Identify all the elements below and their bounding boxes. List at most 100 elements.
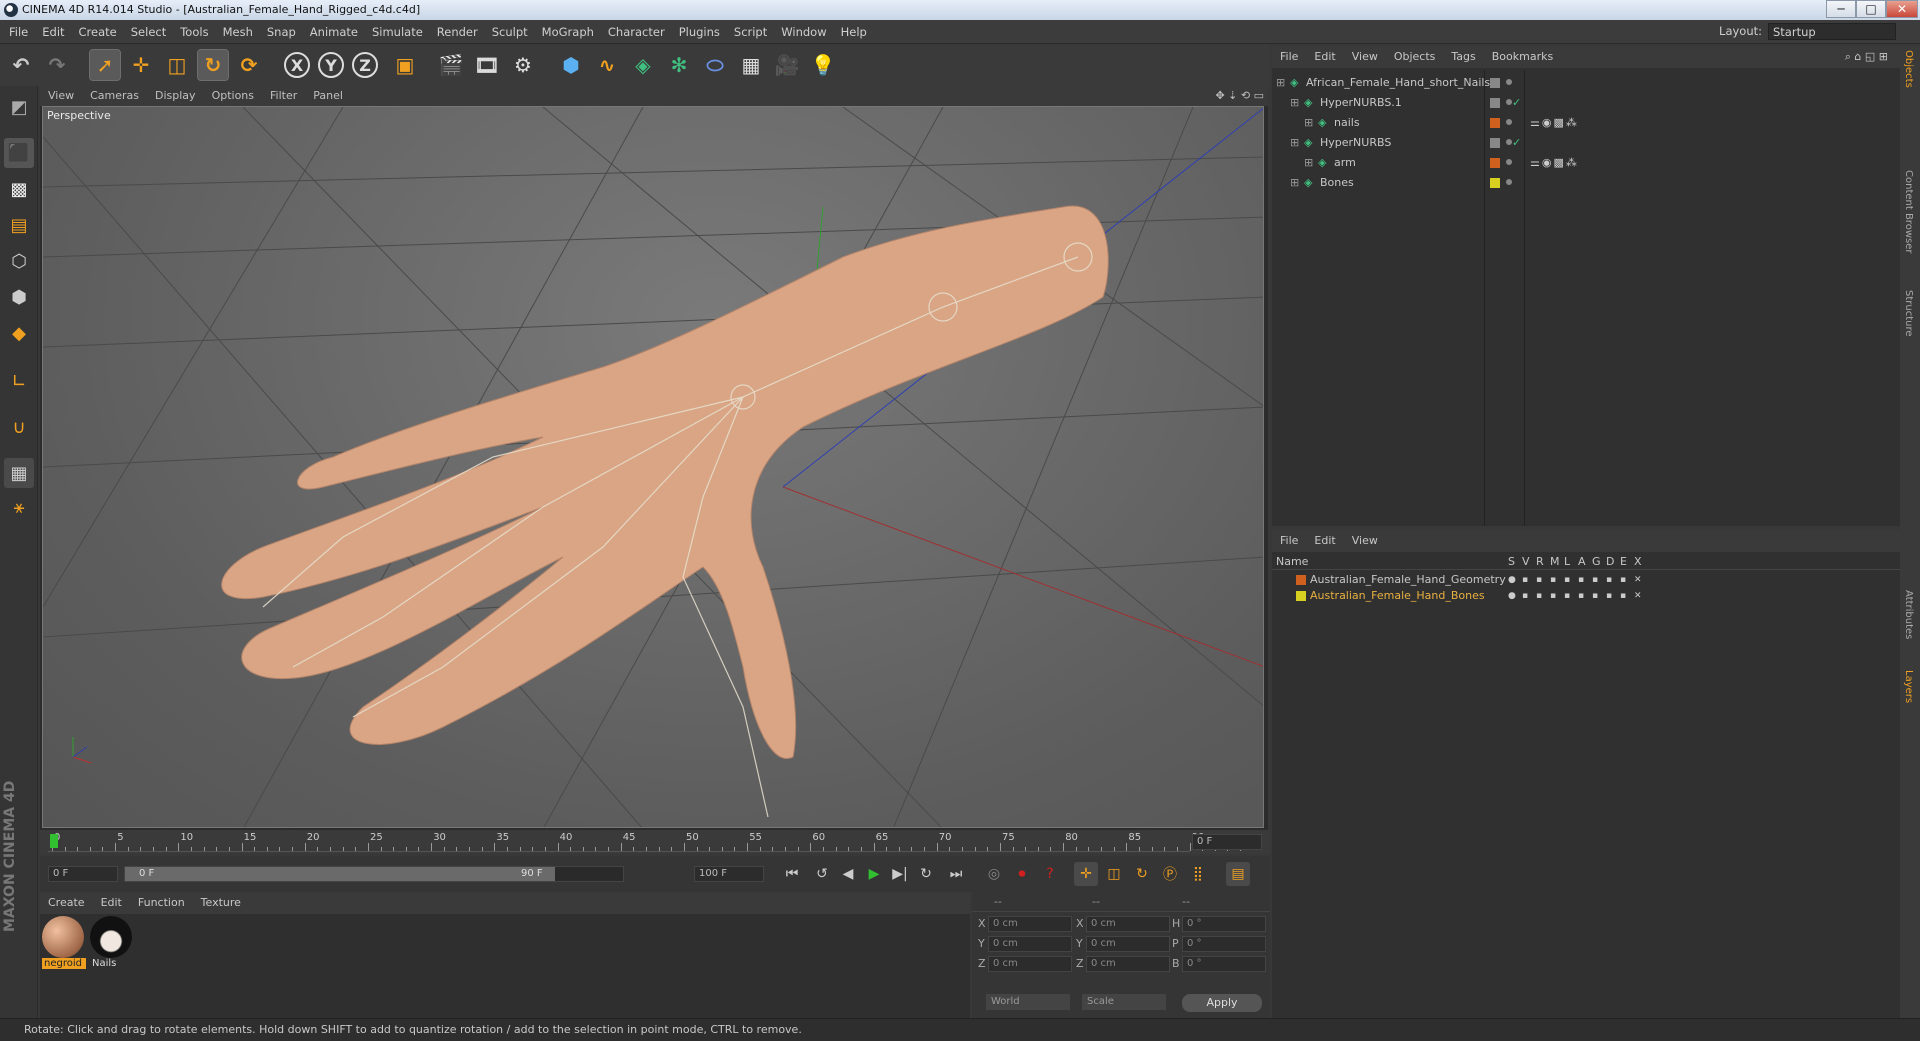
layer-col-header[interactable]: L: [1564, 555, 1570, 568]
layer-color-icon[interactable]: [1296, 591, 1306, 601]
key-rotate-icon[interactable]: ↻: [1130, 862, 1154, 886]
layer-col-header[interactable]: G: [1592, 555, 1601, 568]
layer-flag-icon[interactable]: ▪: [1522, 572, 1528, 588]
side-tab-content-browser[interactable]: Content Browser: [1903, 170, 1914, 253]
layer-flag-icon[interactable]: ▪: [1564, 572, 1570, 588]
side-tab-layers[interactable]: Layers: [1903, 670, 1914, 703]
coordinate-system-icon[interactable]: ▣: [390, 50, 420, 80]
side-tab-attributes[interactable]: Attributes: [1903, 590, 1914, 639]
layer-flag-icon[interactable]: ▪: [1550, 572, 1556, 588]
key-param-icon[interactable]: Ⓟ: [1158, 862, 1182, 886]
layer-flag-icon[interactable]: ▪: [1606, 572, 1612, 588]
viewport-menu-display[interactable]: Display: [147, 86, 204, 106]
render-picture-viewer-icon[interactable]: 🎞: [472, 50, 502, 80]
material-menu-function[interactable]: Function: [130, 892, 193, 914]
menu-window[interactable]: Window: [774, 20, 833, 44]
camera-icon[interactable]: 🎥: [772, 50, 802, 80]
layer-menu-edit[interactable]: Edit: [1306, 530, 1343, 552]
layer-color-icon[interactable]: [1490, 98, 1500, 108]
key-pla-icon[interactable]: ⣿: [1186, 862, 1210, 886]
viewport-menu-filter[interactable]: Filter: [262, 86, 305, 106]
render-view-icon[interactable]: 🎬: [436, 50, 466, 80]
material-menu-texture[interactable]: Texture: [193, 892, 249, 914]
layer-col-header[interactable]: X: [1634, 555, 1642, 568]
autokey-icon[interactable]: ?: [1038, 862, 1062, 886]
object-row[interactable]: ⊞ ◈ HyperNURBS.1 ✓: [1272, 94, 1900, 112]
layer-col-header[interactable]: A: [1578, 555, 1586, 568]
coord-value-field[interactable]: 0 cm: [988, 916, 1072, 932]
undo-icon[interactable]: ↶: [6, 50, 36, 80]
viewport-nav-icons[interactable]: ✥ ⇣ ⟲ ▭: [1215, 86, 1264, 106]
viewport-menu-options[interactable]: Options: [204, 86, 262, 106]
rotate-tool-icon[interactable]: ↻: [197, 49, 229, 81]
side-tab-objects[interactable]: Objects: [1903, 50, 1914, 88]
coord-value-field[interactable]: 0 cm: [988, 956, 1072, 972]
maximize-button[interactable]: □: [1856, 0, 1886, 18]
layer-col-header[interactable]: S: [1508, 555, 1515, 568]
material-swatch-nails[interactable]: Nails: [90, 916, 134, 972]
object-menu-objects[interactable]: Objects: [1386, 46, 1444, 68]
redo-icon[interactable]: ↷: [42, 50, 72, 80]
object-menu-file[interactable]: File: [1272, 46, 1306, 68]
end-frame-field[interactable]: 100 F: [694, 866, 764, 882]
model-mode-icon[interactable]: ⬛: [4, 138, 34, 168]
record-icon[interactable]: ⏺: [1010, 862, 1034, 886]
hand-model[interactable]: [221, 205, 1109, 759]
3d-view[interactable]: Perspective: [42, 106, 1264, 828]
cube-object-icon[interactable]: ⬢: [556, 50, 586, 80]
menu-tools[interactable]: Tools: [173, 20, 215, 44]
go-to-end-icon[interactable]: ⏭: [944, 862, 968, 886]
coord-value-field[interactable]: 0 °: [1182, 956, 1266, 972]
play-icon[interactable]: ▶: [862, 862, 886, 886]
spline-icon[interactable]: ∿: [592, 50, 622, 80]
layer-flag-icon[interactable]: ▪: [1550, 588, 1556, 604]
coord-value-field[interactable]: 0 cm: [1086, 936, 1170, 952]
visibility-dot-icon[interactable]: [1506, 159, 1512, 165]
expand-icon[interactable]: ⊞: [1290, 174, 1299, 192]
expand-icon[interactable]: ⊞: [1304, 154, 1313, 172]
coord-value-field[interactable]: 0 cm: [988, 936, 1072, 952]
layer-flag-icon[interactable]: ▪: [1536, 572, 1542, 588]
menu-mograph[interactable]: MoGraph: [535, 20, 601, 44]
edges-mode-icon[interactable]: ⬢: [4, 282, 34, 312]
layer-flag-icon[interactable]: ▪: [1564, 588, 1570, 604]
range-slider[interactable]: 0 F 90 F: [124, 866, 624, 882]
material-tags-icon[interactable]: ⚌◉▩⁂: [1530, 114, 1579, 132]
layer-col-header[interactable]: M: [1550, 555, 1560, 568]
start-frame-field[interactable]: 0 F: [48, 866, 118, 882]
layer-flag-icon[interactable]: ●: [1508, 588, 1516, 604]
texture-mode-icon[interactable]: ▩: [4, 174, 34, 204]
expand-icon[interactable]: ⊞: [1276, 74, 1285, 92]
menu-character[interactable]: Character: [601, 20, 672, 44]
deformer-icon[interactable]: ⬭: [700, 50, 730, 80]
object-menu-view[interactable]: View: [1344, 46, 1386, 68]
current-frame-field[interactable]: 0 F: [1192, 834, 1262, 850]
side-tab-structure[interactable]: Structure: [1903, 290, 1914, 337]
layer-menu-file[interactable]: File: [1272, 530, 1306, 552]
object-row[interactable]: ⊞ ◈ arm ⚌◉▩⁂: [1272, 154, 1900, 172]
viewport-menu-panel[interactable]: Panel: [305, 86, 351, 106]
timeline-window-icon[interactable]: ▤: [1226, 862, 1250, 886]
scale-tool-icon[interactable]: ◫: [162, 50, 192, 80]
viewport-menu-view[interactable]: View: [40, 86, 82, 106]
check-icon[interactable]: ✓: [1512, 134, 1521, 152]
layer-flag-icon[interactable]: ✕: [1634, 572, 1642, 588]
layout-dropdown[interactable]: Startup: [1768, 23, 1896, 40]
material-menu-edit[interactable]: Edit: [93, 892, 130, 914]
quantize-icon[interactable]: ⚹: [4, 492, 34, 522]
y-axis-button[interactable]: Y: [318, 52, 344, 78]
layer-col-header[interactable]: E: [1620, 555, 1627, 568]
coord-value-field[interactable]: 0 °: [1182, 936, 1266, 952]
prev-frame-icon[interactable]: ◀: [836, 862, 860, 886]
menu-file[interactable]: File: [2, 20, 35, 44]
points-mode-icon[interactable]: ⬡: [4, 246, 34, 276]
layer-color-icon[interactable]: [1490, 158, 1500, 168]
layer-flag-icon[interactable]: ✕: [1634, 588, 1642, 604]
menu-sculpt[interactable]: Sculpt: [485, 20, 535, 44]
workplane-lock-icon[interactable]: ▦: [4, 458, 34, 488]
menu-plugins[interactable]: Plugins: [672, 20, 727, 44]
apply-button[interactable]: Apply: [1182, 994, 1262, 1012]
expand-icon[interactable]: ⊞: [1304, 114, 1313, 132]
next-frame-icon[interactable]: ▶|: [888, 862, 912, 886]
layer-name[interactable]: Australian_Female_Hand_Bones: [1310, 588, 1485, 604]
